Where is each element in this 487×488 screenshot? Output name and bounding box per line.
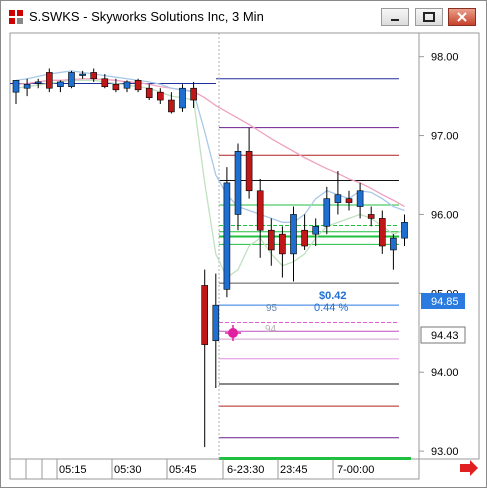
candle-body <box>345 198 353 203</box>
candle-body <box>90 72 97 80</box>
candle[interactable] <box>68 70 75 89</box>
candle-body <box>79 73 86 76</box>
candle-body <box>256 190 264 231</box>
candle-body <box>57 81 64 87</box>
candle-body <box>157 91 164 101</box>
candle[interactable] <box>179 84 186 112</box>
candle-body <box>212 304 220 341</box>
candle-body <box>367 214 375 219</box>
candle-body <box>123 81 131 89</box>
last-price-label: 94.85 <box>431 296 459 308</box>
candle-body <box>312 225 320 235</box>
candle-body <box>201 285 208 345</box>
candle-body <box>279 233 286 255</box>
candle-body <box>267 229 275 251</box>
reference-price-marker: 94.43 <box>420 326 466 344</box>
candle-body <box>245 151 253 192</box>
candle-body <box>101 78 109 87</box>
candle-body <box>45 72 53 89</box>
candle-body <box>223 182 231 290</box>
candle-body <box>12 80 20 93</box>
change-amount-label: $0.42 <box>319 290 347 302</box>
candle-body <box>112 83 120 91</box>
time-label-0530: 05:30 <box>114 464 142 476</box>
candle-body <box>290 214 297 255</box>
price-tick-label: 96.00 <box>431 209 459 221</box>
candle-body <box>356 190 364 207</box>
candle-body <box>301 229 308 247</box>
scroll-right-arrow-icon[interactable] <box>460 460 478 476</box>
reference-price-label: 94.43 <box>431 330 459 342</box>
candle-body <box>168 99 175 113</box>
candle[interactable] <box>223 167 231 298</box>
price-axis <box>418 32 480 460</box>
price-tick-label: 94.00 <box>431 367 459 379</box>
time-axis-scroll-handle[interactable] <box>25 458 43 480</box>
time-label-0000: 7-00:00 <box>337 464 374 476</box>
price-tick-label: 97.00 <box>431 131 459 143</box>
candle-body <box>134 80 142 91</box>
candle-body <box>390 237 397 251</box>
change-percent-label: 0.44 % <box>314 302 348 314</box>
candle-body <box>334 194 342 203</box>
price-tick-label: 93.00 <box>431 446 459 458</box>
candle-body <box>234 151 242 215</box>
candle-body <box>145 87 153 98</box>
time-label-2345: 23:45 <box>280 464 308 476</box>
candle-body <box>179 87 186 109</box>
session-bar <box>219 457 411 460</box>
candle-body <box>378 218 386 247</box>
candle-body <box>190 87 197 101</box>
time-label-0545: 05:45 <box>169 464 197 476</box>
candle-body <box>34 81 42 84</box>
time-label-0515: 05:15 <box>59 464 87 476</box>
level-label-94: 94 <box>265 324 277 335</box>
price-tick-label: 98.00 <box>431 52 459 64</box>
candle-body <box>68 72 75 87</box>
last-price-marker: 94.85 <box>421 293 465 309</box>
candle-body <box>323 198 331 227</box>
candle-body <box>401 222 408 239</box>
price-chart[interactable]: $0.42 0.44 % 95 94 98.0097.0096.0095.009… <box>1 1 486 487</box>
chart-window: S.SWKS - Skyworks Solutions Inc, 3 Min $… <box>0 0 487 488</box>
time-label-2330: 6-23:30 <box>227 464 264 476</box>
candle-body <box>23 83 31 89</box>
level-label-95: 95 <box>266 303 278 314</box>
